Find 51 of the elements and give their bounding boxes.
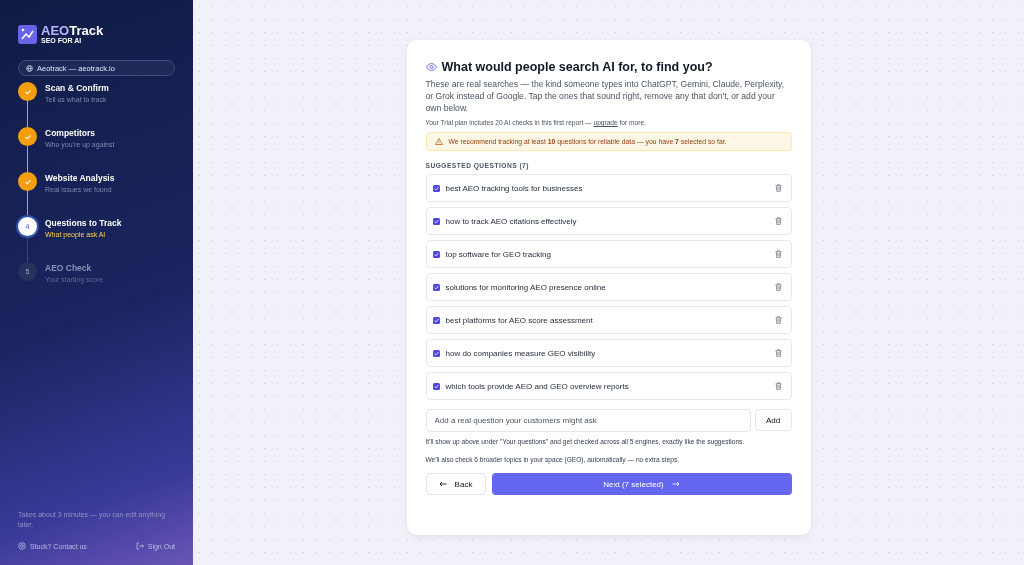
checkbox[interactable] — [432, 217, 440, 225]
question-text: best platforms for AEO score assessment — [445, 315, 594, 325]
help-icon — [18, 542, 26, 550]
trash-icon[interactable] — [774, 184, 782, 192]
checkbox[interactable] — [432, 250, 440, 258]
question-text: how to track AEO citations effectively — [445, 216, 578, 226]
question-text: solutions for monitoring AEO presence online — [445, 282, 607, 292]
question-row[interactable]: top software for GEO tracking — [425, 240, 792, 268]
question-row[interactable]: which tools provide AEO and GEO overview reports — [425, 372, 792, 400]
step-title: Website Analysis — [45, 173, 115, 184]
next-button[interactable]: Next (7 selected) — [491, 473, 792, 495]
check-icon — [23, 87, 32, 96]
question-row[interactable]: best AEO tracking tools for businesses — [425, 174, 792, 202]
question-row[interactable]: best platforms for AEO score assessment — [425, 306, 792, 334]
trash-icon[interactable] — [774, 382, 782, 390]
card-description: These are real searches — the kind someone types into ChatGPT, Gemini, Claude, Perplexity, or Grok instead of Google. Tap the ones that sound right, remove any that don't, or add your own below. — [425, 78, 786, 114]
eye-icon — [425, 63, 437, 71]
trash-icon[interactable] — [774, 316, 782, 324]
checkbox[interactable] — [432, 382, 440, 390]
checkbox[interactable] — [432, 349, 440, 357]
question-row[interactable]: how to track AEO citations effectively — [425, 207, 792, 235]
question-text: how do companies measure GEO visibility — [445, 348, 597, 358]
exit-icon — [135, 542, 144, 550]
question-row[interactable]: solutions for monitoring AEO presence online — [425, 273, 792, 301]
check-icon — [23, 132, 32, 141]
checkbox[interactable] — [432, 316, 440, 324]
trash-icon[interactable] — [774, 283, 782, 291]
question-text: best AEO tracking tools for businesses — [445, 183, 584, 193]
globe-icon — [26, 64, 33, 72]
checkbox[interactable] — [432, 184, 440, 192]
card-title: What would people search AI for, to find you? — [441, 60, 713, 74]
step-title: AEO Check — [45, 263, 93, 274]
step-title: Competitors — [45, 128, 97, 139]
question-text: top software for GEO tracking — [445, 249, 552, 259]
back-button[interactable]: Back — [425, 473, 486, 495]
check-icon — [23, 177, 32, 186]
warning-icon — [434, 138, 443, 145]
question-row[interactable]: how do companies measure GEO visibility — [425, 339, 792, 367]
brand-name: AEOTrack — [41, 24, 104, 37]
checkbox[interactable] — [432, 283, 440, 291]
logo-icon — [18, 25, 37, 44]
trash-icon[interactable] — [774, 349, 782, 357]
trash-icon[interactable] — [774, 250, 782, 258]
arrow-left-icon — [438, 481, 447, 487]
arrow-right-icon — [671, 481, 680, 487]
trash-icon[interactable] — [774, 217, 782, 225]
step-title: Questions to Track — [45, 218, 122, 229]
step-title: Scan & Confirm — [45, 83, 109, 94]
question-input[interactable]: Add a real question your customers might ask — [425, 409, 751, 432]
question-text: which tools provide AEO and GEO overview reports — [445, 381, 630, 391]
add-button[interactable]: Add — [754, 409, 792, 431]
